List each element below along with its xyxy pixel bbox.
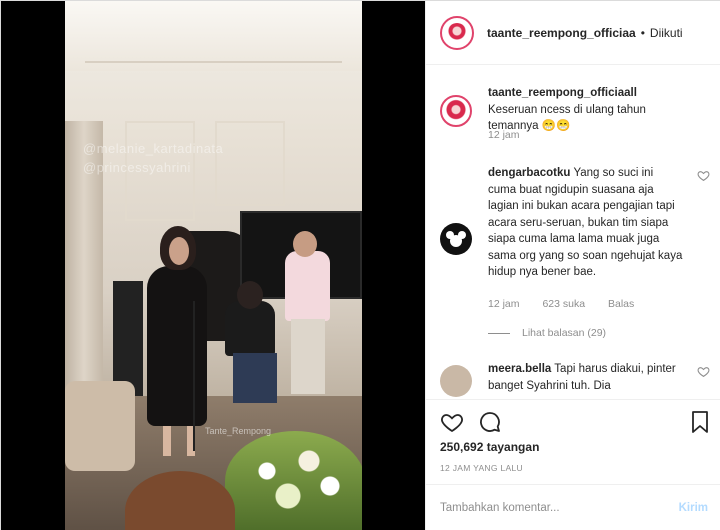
comment-username[interactable]: meera.bella [488,363,551,375]
view-count[interactable]: 250,692 tayangan [440,440,539,454]
video-player[interactable]: @melanie_kartadinata @princessyahrini Ta… [65,1,362,530]
post-sidebar: taante_reempong_officiaa • Diikuti taant… [425,1,720,530]
comment-like-heart-icon[interactable] [697,169,710,182]
bookmark-icon[interactable] [690,410,710,434]
commenter-avatar[interactable] [440,365,472,397]
author-username[interactable]: taante_reempong_officiaa [487,26,636,40]
post-timestamp: 12 JAM YANG LALU [440,463,523,473]
comments-list[interactable]: taante_reempong_officiaall Keseruan nces… [426,65,720,399]
comment-text: meera.bella Tapi harus diakui, pinter ba… [488,361,684,394]
follow-status-button[interactable]: Diikuti [650,26,683,40]
comment-input[interactable]: Tambahkan komentar... [440,502,679,514]
comment-item: meera.bella Tapi harus diakui, pinter ba… [440,361,710,399]
mickey-icon [446,231,466,247]
comment-like-heart-icon[interactable] [697,365,710,378]
caption-username[interactable]: taante_reempong_officiaall [488,87,637,99]
commenter-avatar[interactable] [440,223,472,255]
video-flowers [225,431,362,530]
comment-meta: 12 jam 623 suka Balas [488,298,654,310]
post-dialog: @melanie_kartadinata @princessyahrini Ta… [0,0,720,530]
video-mic-stand [193,301,195,451]
video-singer [147,266,207,426]
video-watermark: @melanie_kartadinata @princessyahrini [83,139,223,177]
caption-body: Keseruan ncess di ulang tahun temannya 😁… [488,103,646,133]
caption-text: taante_reempong_officiaall Keseruan nces… [488,85,684,135]
caption-meta: 12 jam [488,129,540,141]
view-replies-button[interactable]: Lihat balasan (29) [488,327,606,339]
add-comment-bar: Tambahkan komentar... Kirim [426,484,720,530]
header-separator: • [640,25,645,40]
video-sofa [65,381,135,471]
view-replies-label: Lihat balasan (29) [522,327,607,339]
watermark-line-1: @melanie_kartadinata [83,141,224,156]
post-actions: 250,692 tayangan 12 JAM YANG LALU [426,399,720,491]
comment-text: dengarbacotku Yang so suci ini cuma buat… [488,165,684,281]
watermark-line-2: @princessyahrini [83,160,191,175]
comment-time[interactable]: 12 jam [488,298,520,310]
like-heart-icon[interactable] [440,410,464,434]
comment-body: Yang so suci ini cuma buat ngidupin suas… [488,167,683,278]
replies-divider [488,332,510,334]
video-seated-head [237,281,263,309]
video-guitarist [285,251,330,321]
comment-item: dengarbacotku Yang so suci ini cuma buat… [440,165,710,345]
video-seated-person [225,301,275,356]
comment-bubble-icon[interactable] [478,410,502,434]
video-singer-leg [163,421,171,456]
comment-likes[interactable]: 623 suka [542,298,585,310]
action-icons [440,408,516,436]
video-watermark-bottom: Tante_Rempong [205,426,272,436]
comment-reply-button[interactable]: Balas [608,298,634,310]
media-area: @melanie_kartadinata @princessyahrini Ta… [1,1,425,530]
video-ceiling-line [85,61,342,63]
author-avatar[interactable] [440,15,474,50]
video-seated-legs [233,353,277,403]
video-singer-face [169,237,189,265]
comment-username[interactable]: dengarbacotku [488,167,570,179]
video-guitarist-head [293,231,317,257]
video-guitarist-pants [291,319,325,394]
caption-time[interactable]: 12 jam [488,129,520,141]
post-header: taante_reempong_officiaa • Diikuti [426,1,720,65]
caption-avatar[interactable] [440,95,472,127]
post-comment-button[interactable]: Kirim [679,502,708,514]
caption: taante_reempong_officiaall Keseruan nces… [440,85,710,165]
video-wall-panel [215,121,285,206]
